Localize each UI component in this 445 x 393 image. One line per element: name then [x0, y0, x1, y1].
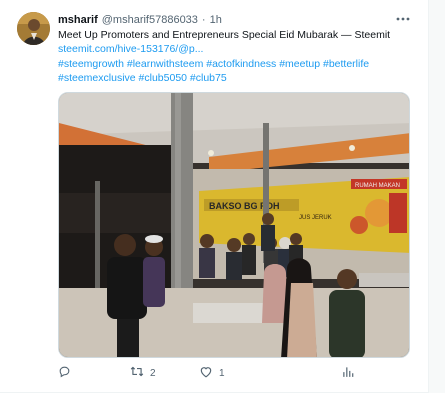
scrollbar-track[interactable] — [428, 0, 445, 393]
tweet-card[interactable]: msharif @msharif57886033 · 1h Meet Up Pr… — [0, 0, 428, 393]
more-horizontal-icon[interactable] — [394, 11, 412, 27]
tweet-text-line: Meet Up Promoters and Entrepreneurs Spec… — [58, 29, 391, 41]
tweet-header: msharif @msharif57886033 · 1h — [58, 12, 222, 28]
retweet-button[interactable]: 2 — [130, 364, 156, 382]
views-icon — [342, 365, 354, 381]
avatar[interactable] — [17, 12, 50, 45]
reply-icon — [58, 365, 71, 381]
tweet-text: Meet Up Promoters and Entrepreneurs Spec… — [58, 28, 408, 85]
tweet-photo[interactable]: BAKSO BG POH RUMAH MAKAN JUS JERUK — [58, 92, 410, 358]
author-name[interactable]: msharif — [58, 14, 98, 26]
hashtags-line[interactable]: #steemexclusive #club5050 #club75 — [58, 71, 408, 85]
tweet-actions: 2 1 — [58, 364, 408, 382]
like-button[interactable]: 1 — [199, 364, 225, 382]
reply-button[interactable] — [58, 364, 77, 382]
retweet-icon — [130, 365, 144, 381]
hashtags-line[interactable]: #steemgrowth #learnwithsteem #actofkindn… — [58, 57, 408, 71]
views-button[interactable] — [342, 364, 360, 382]
author-handle[interactable]: @msharif57886033 — [102, 14, 198, 26]
like-icon — [199, 365, 213, 381]
tweet-link[interactable]: steemit.com/hive-153176/@p... — [58, 42, 408, 56]
retweet-count: 2 — [150, 367, 156, 379]
separator-dot: · — [201, 14, 206, 26]
like-count: 1 — [219, 367, 225, 379]
tweet-time[interactable]: 1h — [210, 14, 222, 26]
